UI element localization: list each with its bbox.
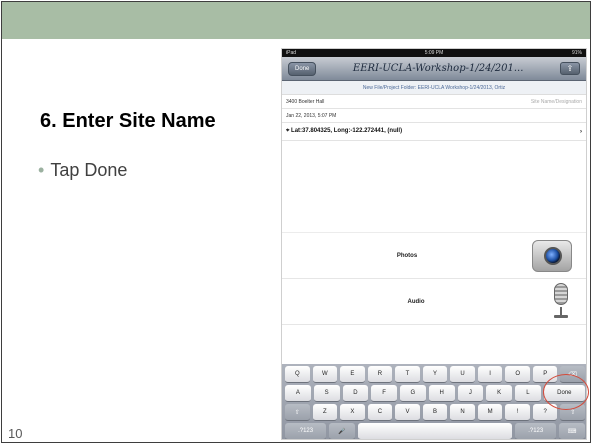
key-m[interactable]: M: [477, 404, 503, 421]
done-highlight-circle: [543, 374, 589, 410]
blank-area: [282, 141, 586, 233]
status-time: 5:09 PM: [424, 50, 444, 56]
key-k[interactable]: K: [486, 385, 512, 402]
key-f[interactable]: F: [371, 385, 397, 402]
key-i[interactable]: I: [477, 366, 503, 383]
key-r[interactable]: R: [367, 366, 393, 383]
nav-done-button[interactable]: Done: [288, 61, 317, 76]
numbers-key[interactable]: .?123: [285, 423, 327, 439]
status-bar: iPad 5:09 PM 91%: [282, 49, 586, 57]
mic-head: [554, 282, 568, 305]
camera-lens: [544, 246, 562, 265]
media-row-photos[interactable]: Photos: [282, 233, 586, 279]
location-value: Lat:37.804325, Long:-122.272441, (null): [291, 128, 403, 134]
mic-base: [554, 314, 568, 318]
key-t[interactable]: T: [395, 366, 420, 383]
location-text: ⌖ Lat:37.804325, Long:-122.272441, (null…: [286, 128, 402, 135]
key-u[interactable]: U: [450, 366, 475, 383]
key-x[interactable]: X: [340, 404, 365, 421]
dictation-key[interactable]: 🎤: [329, 423, 355, 439]
mic-stand: [560, 306, 562, 315]
list-item-hint: Site Name/Designation: [530, 98, 582, 105]
key-z[interactable]: Z: [312, 404, 338, 421]
key-y[interactable]: Y: [422, 366, 448, 383]
list-item-label: Jan 22, 2013, 5:07 PM: [286, 112, 337, 119]
bullet-item: • Tap Done: [38, 160, 127, 181]
shift-key[interactable]: ⇧: [285, 404, 310, 421]
key-q[interactable]: Q: [285, 366, 310, 383]
list-item-label: 3400 Boelter Hall: [286, 98, 325, 105]
key-n[interactable]: N: [450, 404, 475, 421]
key-l[interactable]: L: [515, 385, 541, 402]
title-band: [2, 2, 590, 39]
media-label: Audio: [407, 298, 425, 305]
media-row-audio[interactable]: Audio: [282, 279, 586, 325]
key-v[interactable]: V: [395, 404, 420, 421]
on-screen-keyboard: Q W E R T Y U I O P ⌫ A S D F G H J K L …: [282, 364, 586, 439]
status-device: iPad: [286, 50, 297, 56]
site-name-title[interactable]: EERI-UCLA-Workshop-1/24/201...: [353, 63, 524, 74]
numbers-key-right[interactable]: .?123: [515, 423, 557, 439]
key-d[interactable]: D: [342, 385, 369, 402]
key-h[interactable]: H: [428, 385, 455, 402]
slide-heading: 6. Enter Site Name: [40, 110, 216, 132]
chevron-right-icon: ›: [580, 128, 582, 135]
key-a[interactable]: A: [285, 385, 311, 402]
space-key[interactable]: [357, 423, 513, 439]
list-item[interactable]: Jan 22, 2013, 5:07 PM: [282, 109, 586, 123]
list-item[interactable]: 3400 Boelter Hall Site Name/Designation: [282, 95, 586, 109]
key-o[interactable]: O: [505, 366, 530, 383]
bullet-text: Tap Done: [50, 160, 128, 180]
ipad-screenshot: iPad 5:09 PM 91% Done EERI-UCLA-Workshop…: [281, 48, 587, 440]
folder-line: New File/Project Folder: EERI-UCLA Works…: [282, 81, 586, 95]
media-label: Photos: [396, 252, 418, 259]
key-w[interactable]: W: [312, 366, 338, 383]
slide: 6. Enter Site Name • Tap Done 10 iPad 5:0…: [0, 0, 592, 444]
bullet-dot-icon: •: [38, 160, 45, 180]
key-j[interactable]: J: [457, 385, 484, 402]
hide-keyboard-key[interactable]: ⌨: [559, 423, 585, 439]
key-b[interactable]: B: [422, 404, 448, 421]
page-number: 10: [8, 426, 23, 441]
status-battery: 91%: [571, 50, 582, 56]
keyboard-row-2: A S D F G H J K L Done: [285, 385, 585, 402]
microphone-icon[interactable]: [550, 282, 572, 321]
location-row[interactable]: ⌖ Lat:37.804325, Long:-122.272441, (null…: [282, 123, 586, 141]
keyboard-row-3: ⇧ Z X C V B N M ! ? ⇧: [285, 404, 586, 421]
key-s[interactable]: S: [313, 385, 340, 402]
share-icon[interactable]: ⇪: [559, 62, 580, 75]
keyboard-row-4: .?123 🎤 .?123 ⌨: [285, 423, 585, 439]
nav-bar: Done EERI-UCLA-Workshop-1/24/201... ⇪: [282, 57, 586, 81]
key-c[interactable]: C: [367, 404, 393, 421]
key-e[interactable]: E: [340, 366, 365, 383]
key-g[interactable]: G: [400, 385, 426, 402]
keyboard-row-1: Q W E R T Y U I O P ⌫: [285, 366, 586, 383]
key-exclamation[interactable]: !: [505, 404, 530, 421]
camera-icon[interactable]: [532, 239, 572, 272]
